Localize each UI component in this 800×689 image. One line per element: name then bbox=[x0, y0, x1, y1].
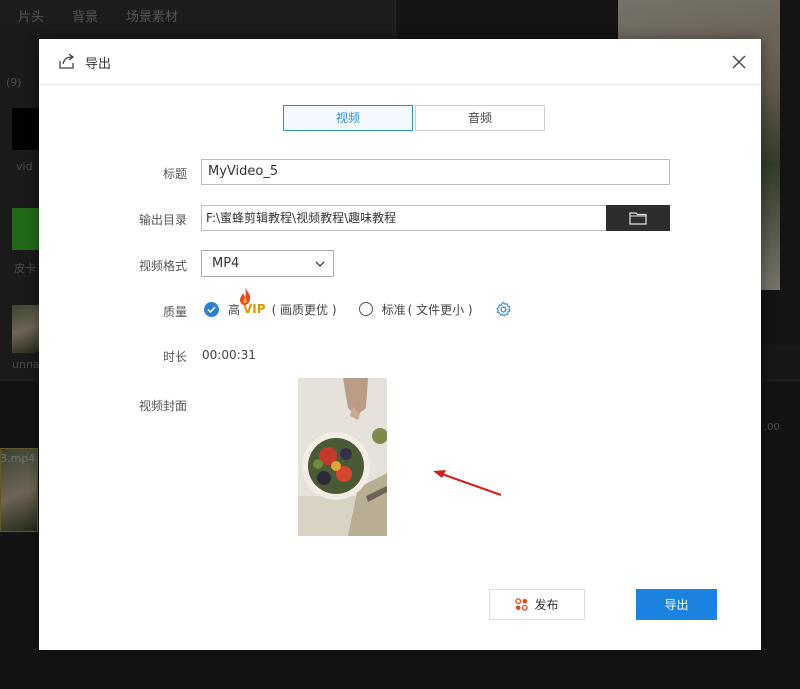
vip-badge: VIP bbox=[240, 287, 266, 316]
tab-audio[interactable]: 音频 bbox=[415, 105, 545, 131]
flame-icon bbox=[240, 287, 251, 305]
tab-video[interactable]: 视频 bbox=[283, 105, 413, 131]
publish-button-label: 发布 bbox=[534, 598, 559, 612]
export-dialog: 导出 视频 音频 标题 MyVideo_5 输出目录 F:\蜜蜂剪辑教程\视频教… bbox=[39, 39, 761, 650]
export-button[interactable]: 导出 bbox=[636, 589, 717, 620]
quality-standard-radio[interactable] bbox=[358, 302, 373, 316]
annotation-arrow bbox=[433, 470, 502, 496]
quality-standard-label: 标准 bbox=[381, 302, 406, 317]
cover-label: 视频封面 bbox=[138, 399, 187, 413]
quality-label: 质量 bbox=[162, 305, 187, 319]
dialog-title: 导出 bbox=[85, 57, 112, 72]
duration-label: 时长 bbox=[162, 350, 187, 364]
title-input[interactable]: MyVideo_5 bbox=[201, 159, 670, 185]
format-select-value: MP4 bbox=[212, 256, 240, 271]
export-icon bbox=[59, 53, 75, 69]
output-dir-input[interactable]: F:\蜜蜂剪辑教程\视频教程\趣味教程 bbox=[201, 205, 606, 231]
check-icon bbox=[207, 305, 216, 313]
format-label: 视频格式 bbox=[138, 259, 187, 273]
quality-high-radio[interactable] bbox=[204, 301, 219, 317]
chevron-down-icon bbox=[315, 261, 325, 267]
export-type-tabs: 视频 音频 bbox=[283, 105, 545, 131]
close-icon[interactable] bbox=[729, 52, 749, 72]
publish-icon bbox=[515, 598, 529, 611]
format-select[interactable]: MP4 bbox=[201, 250, 334, 277]
output-dir-label: 输出目录 bbox=[138, 213, 187, 227]
duration-value: 00:00:31 bbox=[202, 348, 256, 362]
title-label: 标题 bbox=[162, 167, 187, 181]
browse-folder-button[interactable] bbox=[606, 205, 670, 231]
folder-icon bbox=[629, 212, 647, 225]
quality-standard-note: ( 文件更小 ) bbox=[407, 302, 473, 317]
cover-image bbox=[298, 378, 387, 536]
quality-options: 高 VIP ( 画质更优 ) 标准 ( 文件更小 ) bbox=[204, 287, 512, 319]
gear-icon[interactable] bbox=[495, 301, 512, 318]
dialog-header: 导出 bbox=[39, 39, 761, 85]
video-cover-thumbnail[interactable] bbox=[298, 378, 387, 536]
quality-high-note: ( 画质更优 ) bbox=[271, 302, 337, 317]
publish-button[interactable]: 发布 bbox=[489, 589, 585, 620]
